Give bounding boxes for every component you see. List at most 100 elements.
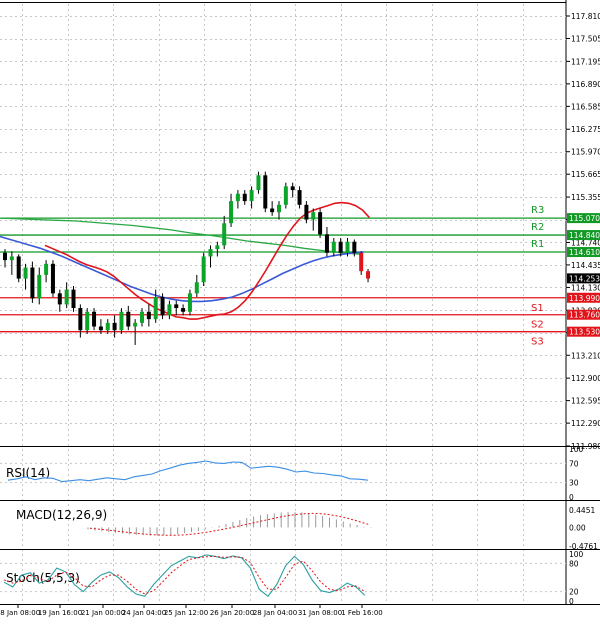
candle-body [92,311,97,327]
price-tick-label: 115.665 [571,170,600,179]
price-tick-label: 115.355 [571,193,600,202]
time-tick-label: 21 Jan 00:00 [81,609,125,617]
rsi-tick-label: 70 [569,459,579,468]
current-price-label: 114.253 [569,274,600,283]
time-tick-label: 18 Jan 08:00 [0,609,40,617]
price-tick-label: 113.210 [571,351,600,360]
stoch-tick-label: 0 [569,597,574,606]
price-tick-label: 112.595 [571,397,600,406]
rsi-tick-label: 100 [569,445,584,454]
candle-body [187,293,192,312]
candle-body [37,274,42,299]
candle-body [290,186,295,191]
candle-body [23,267,28,279]
rsi-tick-label: 0 [569,493,574,502]
candle-body [16,256,21,279]
candle-body [201,256,206,283]
candle-body [304,204,309,220]
candle-body [318,212,323,235]
candle-body [324,234,329,253]
candle-body [283,186,288,205]
stoch-tick-label: 80 [569,559,579,568]
level-label-s3: S3 [531,337,544,348]
candle-body [222,223,227,246]
price-tick-label: 112.900 [571,374,600,383]
level-label-r1: R1 [531,239,544,250]
candle-body [140,311,144,323]
level-price-label: 114.840 [569,231,600,240]
time-tick-label: 26 Jan 20:00 [210,609,254,617]
price-tick-label: 117.195 [571,57,600,66]
candle-body [3,252,7,261]
candle-body [366,271,371,279]
candle-body [297,190,302,205]
candle-body [98,326,103,331]
stoch-tick-label: 20 [569,588,579,597]
candle-body [146,311,151,320]
price-tick-label: 114.435 [571,261,600,270]
rsi-tick-label: 30 [569,479,579,488]
candle-body [174,304,179,309]
candle-body [9,256,14,261]
price-tick-label: 116.585 [571,102,600,111]
time-tick-label: 24 Jan 04:00 [122,609,166,617]
time-tick-label: 25 Jan 12:00 [164,609,208,617]
level-label-r3: R3 [531,205,544,216]
candle-body [153,297,158,320]
level-price-label: 113.990 [569,294,600,303]
stoch-tick-label: 100 [569,550,584,559]
level-label-s1: S1 [531,303,544,314]
candle-body [277,204,281,213]
level-price-label: 115.070 [569,214,600,223]
candle-body [105,322,110,331]
forex-chart: R3 R2 R1 S1 S2 S3 117.810 117.505 117.195 116.89… [0,0,600,621]
level-price-label: 113.760 [569,311,600,320]
candle-body [85,311,90,331]
candle-body [30,267,35,299]
candle-body [119,311,124,331]
price-tick-label: 117.810 [571,12,600,21]
candle-body [242,193,247,202]
macd-tick-label: 0.00 [569,523,586,532]
price-tick-label: 116.275 [571,125,600,134]
level-price-label: 114.610 [569,248,600,257]
candle-body [57,293,62,305]
macd-label: MACD(12,26,9) [16,508,107,522]
candle-body [208,249,213,257]
candle-body [338,241,343,253]
candle-body [311,212,316,220]
macd-tick-label: 0.4451 [569,506,595,515]
candle-body [44,263,49,275]
price-tick-label: 112.290 [571,419,600,428]
candle-body [167,304,172,316]
price-tick-label: 117.505 [571,35,600,44]
candle-body [126,311,131,327]
candle-body [160,297,165,316]
level-label-r2: R2 [531,222,544,233]
price-tick-label: 114.130 [571,283,600,292]
level-label-s2: S2 [531,320,544,331]
level-price-label: 113.530 [569,328,600,337]
candle-body [50,263,55,294]
candle-body [112,322,117,331]
candle-body [181,308,186,312]
candle-body [263,175,268,209]
candle-body [270,208,275,213]
time-tick-label: 28 Jan 04:00 [253,609,297,617]
candle-body [215,245,220,250]
candle-body [235,193,240,202]
time-tick-label: 1 Feb 16:00 [341,609,382,617]
candle-body [331,241,336,253]
candle-body [249,190,254,202]
candle-body [359,252,364,272]
candle-body [78,308,83,331]
price-tick-label: 116.890 [571,80,600,89]
candle-body [133,322,138,327]
time-tick-label: 19 Jan 16:00 [38,609,82,617]
candle-body [345,241,350,253]
candle-body [64,289,69,305]
time-tick-label: 31 Jan 08:00 [298,609,342,617]
candle-body [352,241,357,253]
candle-body [194,282,199,294]
candle-body [71,289,76,309]
